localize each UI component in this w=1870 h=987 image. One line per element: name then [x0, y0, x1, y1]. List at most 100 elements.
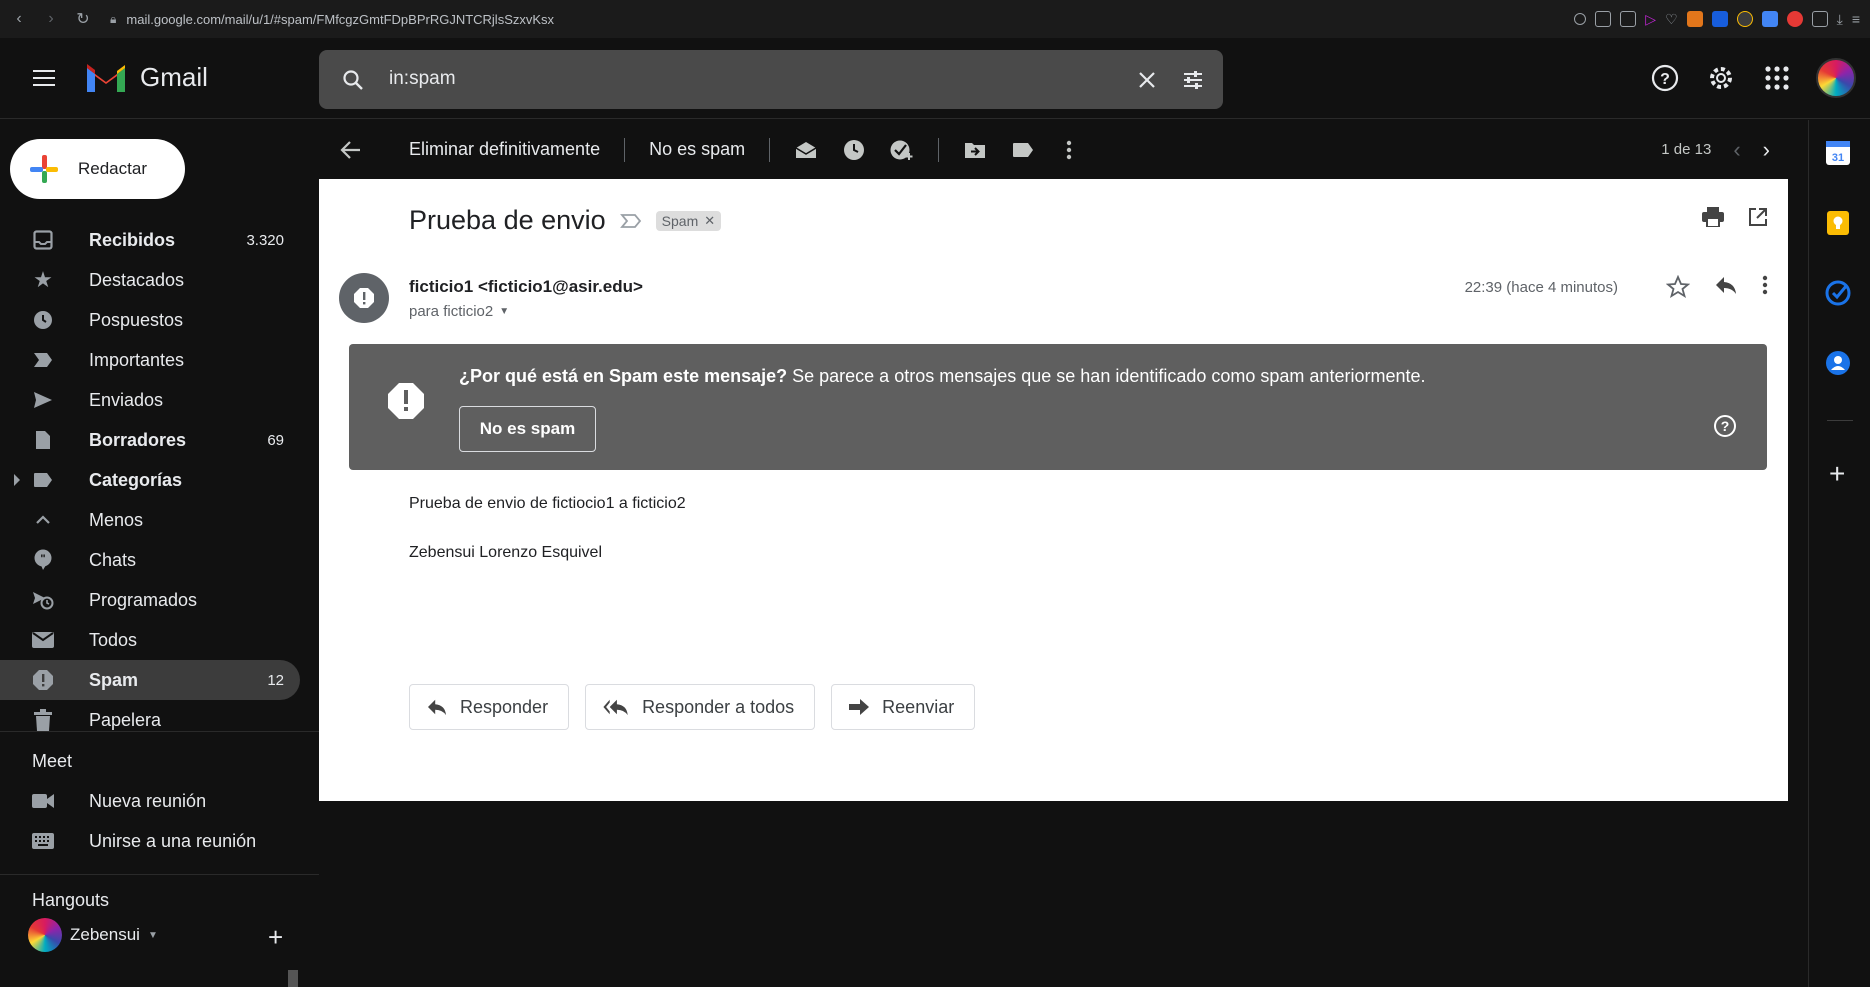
nav-item-starred[interactable]: ★ Destacados [0, 260, 300, 300]
gmail-m-icon [87, 64, 125, 92]
show-details-icon[interactable]: ▼ [499, 306, 509, 317]
print-icon[interactable] [1702, 207, 1724, 232]
hangouts-title: Hangouts [32, 890, 110, 910]
important-marker-icon[interactable] [619, 213, 642, 229]
star-icon[interactable] [1665, 274, 1691, 304]
forward-icon[interactable]: › [42, 10, 60, 28]
gmail-logo[interactable]: Gmail [84, 60, 208, 94]
svg-text:": " [40, 553, 45, 565]
url-text[interactable]: mail.google.com/mail/u/1/#spam/FMfcgzGmt… [126, 12, 554, 27]
nav-item-trash[interactable]: Papelera [0, 700, 300, 740]
help-icon[interactable]: ? [1713, 414, 1737, 438]
camera-icon[interactable] [1620, 11, 1637, 27]
send-icon [32, 389, 54, 411]
cube-icon[interactable] [1811, 11, 1828, 27]
nav-item-sent[interactable]: Enviados [0, 380, 300, 420]
more-vert-icon[interactable] [1762, 275, 1768, 304]
search-options-icon[interactable] [1177, 64, 1209, 96]
main-menu-icon[interactable] [24, 62, 64, 94]
search-input[interactable] [389, 68, 989, 90]
clear-search-icon[interactable] [1131, 64, 1163, 96]
reply-all-button[interactable]: Responder a todos [585, 684, 816, 730]
not-spam-button[interactable]: No es spam [459, 406, 596, 452]
spam-explanation: ¿Por qué está en Spam este mensaje? Se p… [459, 366, 1425, 387]
calendar-icon[interactable]: 31 [1825, 140, 1853, 168]
metamask-icon[interactable] [1686, 11, 1703, 27]
add-to-tasks-icon[interactable] [878, 130, 926, 170]
mark-unread-icon[interactable] [782, 130, 830, 170]
settings-gear-icon[interactable] [1704, 61, 1738, 95]
inbox-icon [32, 229, 54, 251]
adblock-icon[interactable] [1786, 11, 1803, 27]
edit-icon[interactable] [1595, 11, 1612, 27]
contacts-icon[interactable] [1825, 350, 1853, 378]
nav-item-scheduled[interactable]: Programados [0, 580, 300, 620]
account-avatar[interactable] [1816, 58, 1856, 98]
open-new-window-icon[interactable] [1748, 207, 1768, 232]
forward-button[interactable]: Reenviar [831, 684, 976, 730]
back-icon[interactable]: ‹ [10, 10, 28, 28]
sidebar-scrollbar[interactable] [288, 970, 298, 987]
label-icon[interactable] [999, 130, 1047, 170]
add-addon-icon[interactable]: + [1829, 458, 1845, 490]
nav-item-important[interactable]: Importantes [0, 340, 300, 380]
delete-forever-button[interactable]: Eliminar definitivamente [397, 130, 612, 170]
nav-item-less[interactable]: Menos [0, 500, 300, 540]
nav-label: Recibidos [89, 229, 176, 250]
video-camera-icon [32, 793, 54, 809]
reply-button[interactable]: Responder [409, 684, 570, 730]
add-hangout-icon[interactable]: + [268, 922, 283, 953]
nav-item-categories[interactable]: Categorías [0, 460, 300, 500]
search-icon[interactable] [337, 64, 369, 96]
chevron-left-icon[interactable]: ‹ [1733, 137, 1740, 163]
reply-all-icon [603, 699, 628, 716]
compose-button[interactable]: Redactar [10, 139, 185, 199]
nav-item-spam[interactable]: Spam 12 [0, 660, 300, 700]
heart-icon[interactable]: ♡ [1665, 11, 1678, 28]
email-view: Prueba de envio Spam ✕ ficticio1 <fictic… [319, 179, 1788, 801]
nav-item-chats[interactable]: " Chats [0, 540, 300, 580]
chevron-right-icon[interactable]: › [1763, 137, 1770, 163]
download-icon[interactable]: ⤓ [1837, 11, 1843, 28]
nav-item-all-mail[interactable]: Todos [0, 620, 300, 660]
nav-count: 3.320 [246, 231, 284, 249]
spam-label-chip[interactable]: Spam ✕ [655, 210, 722, 231]
not-spam-toolbar-button[interactable]: No es spam [637, 130, 757, 170]
snooze-icon[interactable] [830, 130, 878, 170]
address-bar[interactable]: 🔒︎ mail.google.com/mail/u/1/#spam/FMfcgz… [110, 12, 554, 27]
reload-icon[interactable]: ↻ [74, 9, 92, 29]
tasks-icon[interactable] [1825, 280, 1853, 308]
translate-icon[interactable] [1761, 11, 1778, 27]
keyboard-icon [32, 833, 54, 849]
back-to-list-icon[interactable] [331, 130, 371, 170]
nav-item-inbox[interactable]: Recibidos 3.320 [0, 220, 300, 260]
hangouts-user[interactable]: Zebensui ▼ [28, 918, 158, 952]
new-meeting-item[interactable]: Nueva reunión [32, 781, 206, 821]
join-meeting-item[interactable]: Unirse a una reunión [32, 821, 256, 861]
extension-icon[interactable] [1736, 11, 1753, 27]
zoom-icon[interactable] [1574, 13, 1587, 25]
bitwarden-icon[interactable] [1711, 11, 1728, 27]
remove-label-icon[interactable]: ✕ [704, 213, 715, 229]
more-vert-icon[interactable] [1047, 130, 1091, 170]
menu-icon[interactable]: ≡ [1852, 11, 1860, 27]
pagination: 1 de 13 ‹ › [1661, 120, 1788, 179]
apps-grid-icon[interactable] [1760, 61, 1794, 95]
nav-item-snoozed[interactable]: Pospuestos [0, 300, 300, 340]
svg-text:?: ? [1721, 418, 1730, 434]
expand-arrow-icon[interactable] [14, 474, 20, 486]
nav-item-drafts[interactable]: Borradores 69 [0, 420, 300, 460]
send-icon[interactable]: ▷ [1645, 11, 1656, 28]
help-icon[interactable]: ? [1648, 61, 1682, 95]
email-signature: Zebensui Lorenzo Esquivel [409, 544, 603, 561]
gmail-header: Gmail ? [0, 38, 1870, 119]
nav-label: Chats [89, 549, 137, 570]
recipient-text: para ficticio2 [409, 303, 494, 320]
dropdown-arrow-icon[interactable]: ▼ [148, 930, 158, 941]
reply-icon[interactable] [1714, 275, 1738, 304]
recipient-line[interactable]: para ficticio2 ▼ [409, 303, 509, 320]
label-chip-text: Spam [661, 212, 699, 229]
keep-icon[interactable] [1825, 210, 1853, 238]
move-to-icon[interactable] [951, 130, 999, 170]
sender-avatar [339, 273, 389, 323]
